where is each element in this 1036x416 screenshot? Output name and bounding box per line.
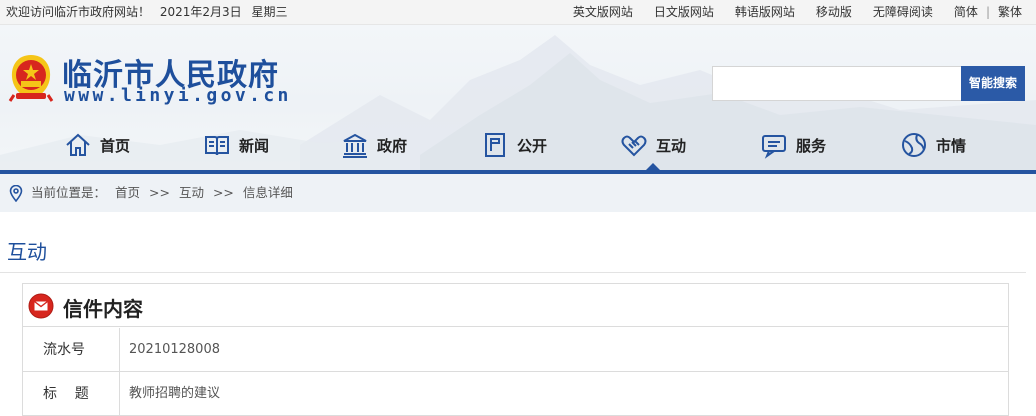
nav-item-interaction[interactable]: 互动 <box>620 129 686 161</box>
nav-label: 新闻 <box>239 136 270 155</box>
top-bar: 欢迎访问临沂市政府网站！ 2021年2月3日 星期三 英文版网站 日文版网站 韩… <box>0 0 1036 25</box>
smart-search-button[interactable]: 智能搜索 <box>961 66 1025 101</box>
subject-value: 教师招聘的建议 <box>129 386 221 401</box>
japanese-site-link[interactable]: 日文版网站 <box>654 0 714 25</box>
book-icon <box>205 136 229 156</box>
chat-icon <box>762 135 786 159</box>
letter-header: 信件内容 <box>23 284 1008 327</box>
current-date: 2021年2月3日 <box>159 5 242 19</box>
breadcrumb-trail: 当前位置是： 首页 >> 互动 >> 信息详细 <box>31 174 298 212</box>
nav-item-government[interactable]: 政府 <box>341 129 407 161</box>
section-divider <box>0 272 1026 273</box>
site-url: www.linyi.gov.cn <box>64 85 292 106</box>
breadcrumb-current: 信息详细 <box>242 185 293 200</box>
breadcrumb-interaction[interactable]: 互动 <box>179 185 204 200</box>
government-building-icon <box>343 133 367 158</box>
nav-label: 政府 <box>377 136 408 155</box>
simplified-chinese-link[interactable]: 简体 <box>954 0 978 25</box>
welcome-message: 欢迎访问临沂市政府网站！ <box>6 5 151 19</box>
nav-item-news[interactable]: 新闻 <box>203 129 269 161</box>
letter-row-serial: 流水号 20210128008 <box>23 328 1008 372</box>
nav-label: 市情 <box>936 136 967 155</box>
breadcrumb-separator: >> <box>212 185 234 200</box>
location-pin-icon <box>9 185 23 202</box>
top-links: 英文版网站 日文版网站 韩语版网站 移动版 无障碍阅读 简体 | 繁体 <box>552 0 1022 25</box>
document-icon <box>485 133 505 157</box>
traditional-chinese-link[interactable]: 繁体 <box>998 0 1022 25</box>
english-site-link[interactable]: 英文版网站 <box>573 0 633 25</box>
national-emblem-icon <box>8 55 54 102</box>
letter-content-panel: 信件内容 流水号 20210128008 标 题 教师招聘的建议 <box>22 283 1009 416</box>
home-icon <box>66 133 90 156</box>
letter-title: 信件内容 <box>63 297 143 321</box>
mail-icon <box>28 293 54 319</box>
breadcrumb-prefix: 当前位置是： <box>31 185 107 200</box>
welcome-text: 欢迎访问临沂市政府网站！ 2021年2月3日 星期三 <box>6 0 294 25</box>
nav-item-public[interactable]: 公开 <box>481 129 547 161</box>
search-input[interactable] <box>712 66 962 101</box>
nav-item-home[interactable]: 首页 <box>64 129 130 161</box>
nav-item-service[interactable]: 服务 <box>760 129 826 161</box>
subject-label: 标 题 <box>23 372 120 416</box>
section-title: 互动 <box>7 240 47 264</box>
letter-row-subject: 标 题 教师招聘的建议 <box>23 372 1008 416</box>
serial-number-label: 流水号 <box>23 328 120 372</box>
nav-label: 服务 <box>796 136 827 155</box>
breadcrumb: 当前位置是： 首页 >> 互动 >> 信息详细 <box>0 174 1036 212</box>
serial-number-value: 20210128008 <box>129 342 220 357</box>
korean-site-link[interactable]: 韩语版网站 <box>735 0 795 25</box>
lang-separator: | <box>985 5 990 19</box>
mobile-site-link[interactable]: 移动版 <box>816 0 852 25</box>
accessibility-link[interactable]: 无障碍阅读 <box>873 0 933 25</box>
globe-icon <box>902 133 926 157</box>
nav-item-city-info[interactable]: 市情 <box>900 129 966 161</box>
nav-label: 互动 <box>656 136 687 155</box>
current-weekday: 星期三 <box>251 5 288 19</box>
main-nav: 首页 新闻 政府 公开 互动 服务 市情 <box>0 125 1036 165</box>
active-nav-indicator <box>646 163 660 170</box>
handshake-icon <box>621 135 647 157</box>
breadcrumb-separator: >> <box>149 185 170 200</box>
nav-label: 首页 <box>100 136 131 155</box>
site-header: 临沂市人民政府 www.linyi.gov.cn 智能搜索 首页 新闻 政府 公… <box>0 25 1036 170</box>
nav-label: 公开 <box>517 136 548 155</box>
breadcrumb-home[interactable]: 首页 <box>115 185 140 200</box>
